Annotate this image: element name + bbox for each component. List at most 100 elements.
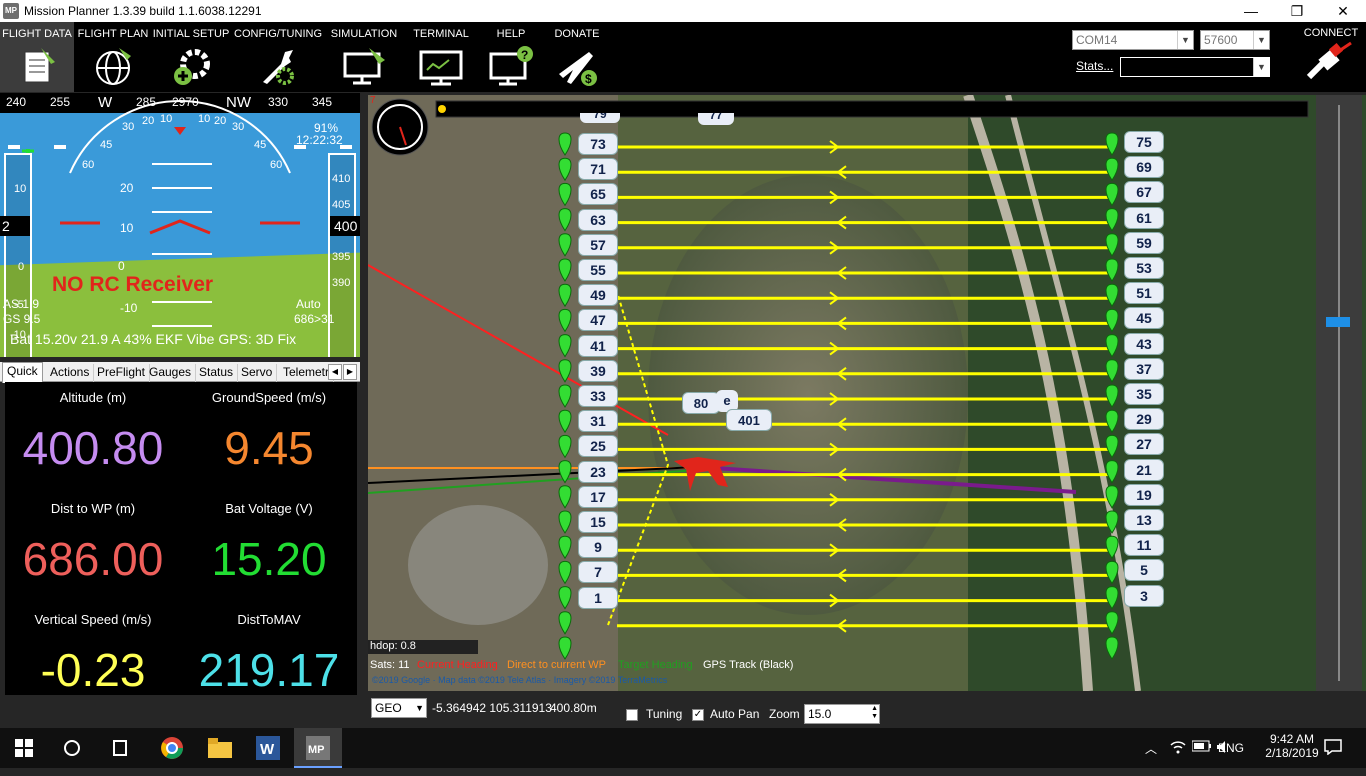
waypoint-label[interactable]: 9 bbox=[578, 536, 618, 559]
coord-system-select[interactable]: GEO ▼ bbox=[371, 698, 427, 718]
waypoint-79[interactable]: 79 bbox=[580, 113, 620, 123]
tab-scroll-right-icon[interactable]: ▶ bbox=[343, 364, 357, 380]
mission-planner-icon[interactable]: MP bbox=[294, 728, 342, 768]
close-button[interactable]: ✕ bbox=[1320, 0, 1366, 22]
zoom-value: 15.0 bbox=[808, 707, 832, 721]
tab-servo[interactable]: Servo bbox=[237, 364, 278, 382]
chevron-up-icon[interactable]: ︿ bbox=[1145, 740, 1157, 757]
waypoint-label[interactable]: 53 bbox=[1124, 257, 1164, 279]
waypoint-label[interactable]: 37 bbox=[1124, 357, 1164, 380]
zoom-stepper[interactable]: 15.0 ▲ ▼ bbox=[804, 704, 880, 724]
menu-flight-plan[interactable]: FLIGHT PLAN bbox=[76, 22, 150, 92]
battery-icon[interactable] bbox=[1191, 740, 1212, 755]
waypoint-label[interactable]: 43 bbox=[1124, 332, 1164, 355]
waypoint-label[interactable]: 67 bbox=[1124, 181, 1164, 204]
waypoint-label[interactable]: 3 bbox=[1124, 584, 1164, 607]
waypoint-label[interactable]: 19 bbox=[1124, 483, 1164, 506]
waypoint-label[interactable]: 73 bbox=[578, 133, 618, 155]
menu-config-tuning[interactable]: CONFIG/TUNING bbox=[234, 22, 322, 92]
map-view[interactable]: 7 80 e 401 77 79 hdop: 0.8 73 71 65 63 57 55 4… bbox=[368, 95, 1366, 691]
tab-preflight[interactable]: PreFlight bbox=[93, 364, 151, 382]
waypoint-label[interactable]: 1 bbox=[578, 586, 618, 609]
chrome-icon[interactable] bbox=[148, 728, 196, 768]
menu-initial-setup[interactable]: INITIAL SETUP bbox=[152, 22, 230, 92]
waypoint-label[interactable]: 61 bbox=[1124, 206, 1164, 229]
waypoint-label[interactable]: 49 bbox=[578, 284, 618, 307]
quick-value: 400.80 bbox=[22, 422, 164, 474]
task-view-icon[interactable] bbox=[96, 728, 144, 768]
waypoint-label[interactable]: 33 bbox=[578, 385, 618, 407]
waypoint-label[interactable]: 29 bbox=[1124, 408, 1164, 431]
waypoint-label[interactable]: 11 bbox=[1124, 534, 1164, 557]
quick-cell-bat-voltage[interactable]: Bat Voltage (V) 15.20 bbox=[181, 493, 357, 604]
tuning-checkbox[interactable] bbox=[626, 707, 638, 721]
menu-simulation[interactable]: SIMULATION bbox=[326, 22, 402, 92]
legend-current-heading: Current Heading bbox=[417, 659, 498, 671]
waypoint-label[interactable]: 15 bbox=[578, 511, 618, 533]
waypoint-label[interactable]: 59 bbox=[1124, 231, 1164, 254]
waypoint-label[interactable]: 39 bbox=[578, 359, 618, 382]
autopan-checkbox[interactable]: ✓ bbox=[692, 707, 704, 721]
maximize-button[interactable]: ❐ bbox=[1274, 0, 1320, 22]
waypoint-label[interactable]: 21 bbox=[1124, 458, 1164, 481]
waypoint-label[interactable]: 71 bbox=[578, 158, 618, 181]
quick-cell-groundspeed[interactable]: GroundSpeed (m/s) 9.45 bbox=[181, 382, 357, 493]
waypoint-label[interactable]: 27 bbox=[1124, 433, 1164, 456]
tab-gauges[interactable]: Gauges bbox=[145, 364, 197, 382]
altitude-tick: 410 bbox=[332, 173, 351, 185]
word-icon[interactable]: W bbox=[244, 728, 292, 768]
quick-cell-dist-to-wp[interactable]: Dist to WP (m) 686.00 bbox=[5, 493, 181, 604]
waypoint-label[interactable]: 47 bbox=[578, 309, 618, 332]
waypoint-label[interactable]: 23 bbox=[578, 460, 618, 483]
pitch-label: 10 bbox=[120, 221, 134, 235]
waypoint-label[interactable]: 31 bbox=[578, 410, 618, 433]
windows-start-icon[interactable] bbox=[0, 728, 48, 768]
tab-telemetry[interactable]: Telemetr bbox=[279, 364, 335, 382]
plane-dollar-icon: $ bbox=[559, 52, 597, 86]
notification-icon[interactable] bbox=[1324, 739, 1342, 758]
waypoint-401[interactable]: 401 bbox=[726, 409, 772, 431]
waypoint-label[interactable]: 65 bbox=[578, 183, 618, 206]
tab-status[interactable]: Status bbox=[195, 364, 239, 382]
file-explorer-icon[interactable] bbox=[196, 728, 244, 768]
waypoint-77[interactable]: 77 bbox=[698, 113, 734, 125]
waypoint-label[interactable]: 51 bbox=[1124, 282, 1164, 305]
search-circle-icon[interactable] bbox=[48, 728, 96, 768]
menu-donate[interactable]: DONATE $ bbox=[548, 22, 606, 92]
tab-scroll-left-icon[interactable]: ◀ bbox=[328, 364, 342, 380]
tab-actions[interactable]: Actions bbox=[46, 364, 95, 382]
waypoint-label[interactable]: 45 bbox=[1124, 307, 1164, 330]
taskbar-clock[interactable]: 9:42 AM 2/18/2019 bbox=[1262, 732, 1322, 760]
tab-quick[interactable]: Quick bbox=[2, 362, 43, 383]
waypoint-label[interactable]: 63 bbox=[578, 208, 618, 231]
waypoint-label[interactable]: 69 bbox=[1124, 156, 1164, 179]
menu-help[interactable]: HELP ? bbox=[480, 22, 542, 92]
waypoint-label[interactable]: 25 bbox=[578, 435, 618, 458]
quick-cell-altitude[interactable]: Altitude (m) 400.80 bbox=[5, 382, 181, 493]
waypoint-label[interactable]: 7 bbox=[578, 561, 618, 584]
waypoint-80[interactable]: 80 bbox=[682, 392, 720, 414]
stats-link[interactable]: Stats... bbox=[1076, 59, 1113, 73]
map-status-bar: GEO ▼ -5.364942 105.311913 400.80m Tunin… bbox=[0, 695, 1366, 728]
waypoint-label[interactable]: 55 bbox=[578, 259, 618, 281]
slider-thumb[interactable] bbox=[1326, 317, 1350, 327]
minimize-button[interactable]: — bbox=[1228, 0, 1274, 22]
waypoint-label[interactable]: 5 bbox=[1124, 559, 1164, 582]
waypoint-label[interactable]: 57 bbox=[578, 233, 618, 256]
waypoint-label[interactable]: 75 bbox=[1124, 131, 1164, 153]
stepper-arrows-icon[interactable]: ▲ ▼ bbox=[871, 705, 878, 721]
connect-button[interactable]: CONNECT bbox=[1300, 27, 1362, 83]
menu-flight-data[interactable]: FLIGHT DATA bbox=[0, 22, 74, 92]
menu-terminal[interactable]: TERMINAL bbox=[410, 22, 472, 92]
waypoint-label[interactable]: 35 bbox=[1124, 383, 1164, 405]
link-stats-select[interactable]: ▼ bbox=[1120, 57, 1270, 77]
legend-target-heading: Target Heading bbox=[618, 659, 693, 671]
port-select[interactable]: COM14 ▼ bbox=[1072, 30, 1194, 50]
wifi-icon[interactable] bbox=[1170, 740, 1186, 757]
waypoint-label[interactable]: 17 bbox=[578, 485, 618, 508]
waypoint-label[interactable]: 41 bbox=[578, 334, 618, 357]
zoom-slider[interactable] bbox=[1316, 95, 1362, 691]
language-indicator[interactable]: ENG bbox=[1218, 741, 1244, 755]
waypoint-label[interactable]: 13 bbox=[1124, 509, 1164, 531]
baud-select[interactable]: 57600 ▼ bbox=[1200, 30, 1270, 50]
